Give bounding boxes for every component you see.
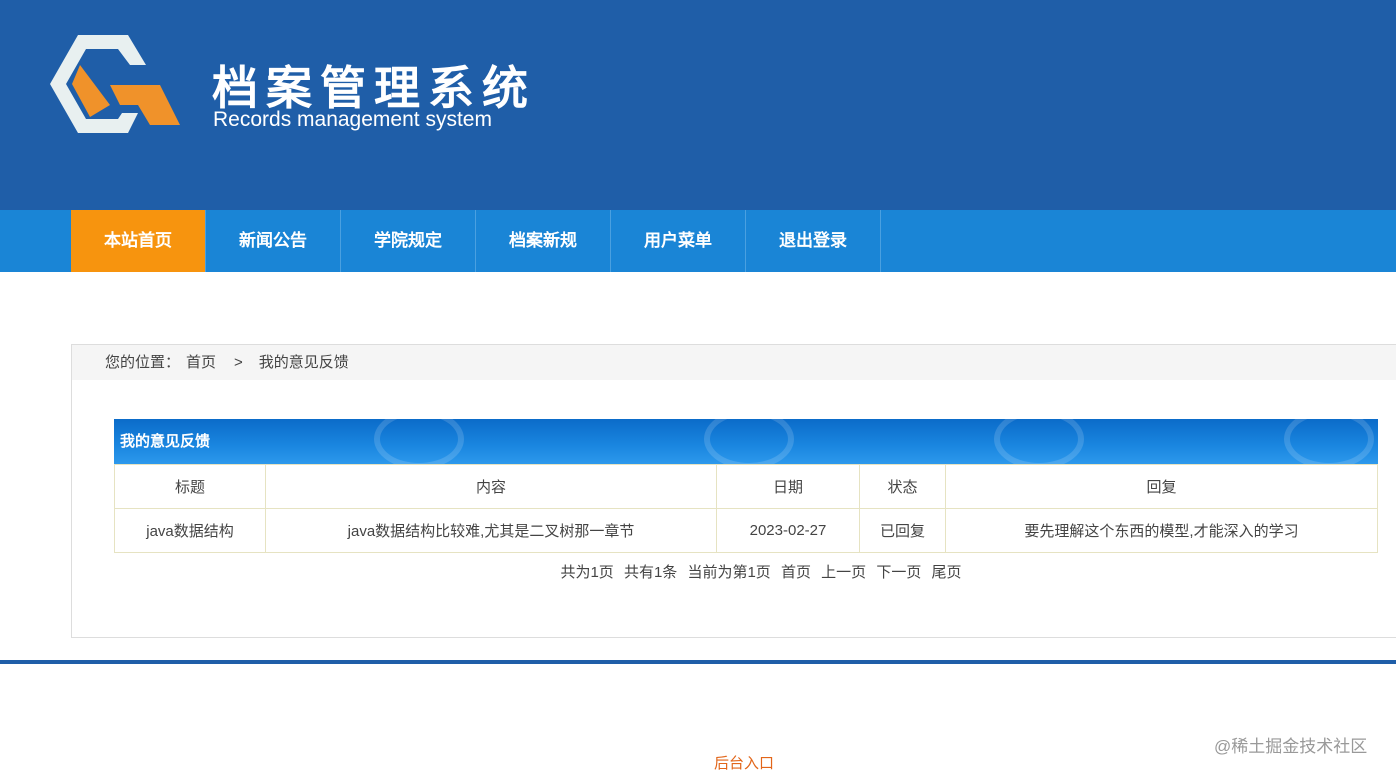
feedback-panel: 我的意见反馈 标题 内容 日期 状态 回复 java数据结构 java数据结构比…: [114, 419, 1378, 582]
cell-title: java数据结构: [114, 508, 266, 553]
nav-logout[interactable]: 退出登录: [746, 210, 881, 272]
breadcrumb-separator: >: [234, 354, 243, 371]
last-page-link[interactable]: 尾页: [932, 564, 962, 581]
nav-rules[interactable]: 学院规定: [341, 210, 476, 272]
main-nav: 本站首页 新闻公告 学院规定 档案新规 用户菜单 退出登录: [0, 210, 1396, 272]
header: 档案管理系统 Records management system: [0, 0, 1396, 210]
total-pages: 共为1页: [560, 564, 614, 581]
cell-date: 2023-02-27: [716, 508, 860, 553]
footer-divider: [0, 660, 1396, 664]
cell-content: java数据结构比较难,尤其是二叉树那一章节: [265, 508, 717, 553]
total-records: 共有1条: [623, 564, 678, 581]
cell-reply: 要先理解这个东西的模型,才能深入的学习: [945, 508, 1378, 553]
column-header-status: 状态: [859, 464, 946, 509]
column-header-reply: 回复: [945, 464, 1378, 509]
nav-user-menu[interactable]: 用户菜单: [611, 210, 746, 272]
first-page-link[interactable]: 首页: [781, 564, 811, 581]
panel-header: 我的意见反馈: [114, 419, 1378, 464]
prev-page-link[interactable]: 上一页: [821, 564, 866, 581]
cell-status: 已回复: [859, 508, 946, 553]
nav-archive-rules[interactable]: 档案新规: [476, 210, 611, 272]
column-header-date: 日期: [716, 464, 860, 509]
nav-home[interactable]: 本站首页: [71, 210, 206, 272]
column-header-title: 标题: [114, 464, 266, 509]
next-page-link[interactable]: 下一页: [876, 564, 921, 581]
table-row: java数据结构 java数据结构比较难,尤其是二叉树那一章节 2023-02-…: [114, 508, 1378, 553]
content-box: 您的位置： 首页 > 我的意见反馈 我的意见反馈 标题 内容 日期 状态 回复 jav…: [71, 344, 1396, 638]
admin-entry-link[interactable]: 后台入口: [714, 752, 774, 773]
breadcrumb-current: 我的意见反馈: [258, 354, 349, 371]
table-header-row: 标题 内容 日期 状态 回复: [114, 464, 1378, 509]
logo-icon: [50, 35, 180, 133]
breadcrumb-label: 您的位置：: [105, 354, 181, 371]
pagination: 共为1页 共有1条 当前为第1页 首页 上一页 下一页 尾页: [144, 561, 1378, 582]
nav-news[interactable]: 新闻公告: [206, 210, 341, 272]
breadcrumb-home[interactable]: 首页: [186, 354, 216, 371]
current-page: 当前为第1页: [687, 564, 771, 581]
column-header-content: 内容: [265, 464, 717, 509]
feedback-table: 标题 内容 日期 状态 回复 java数据结构 java数据结构比较难,尤其是二…: [114, 464, 1378, 553]
watermark: @稀土掘金技术社区: [1214, 737, 1368, 756]
breadcrumb: 您的位置： 首页 > 我的意见反馈: [72, 345, 1396, 380]
panel-title: 我的意见反馈: [120, 433, 211, 450]
site-subtitle: Records management system: [213, 108, 492, 131]
